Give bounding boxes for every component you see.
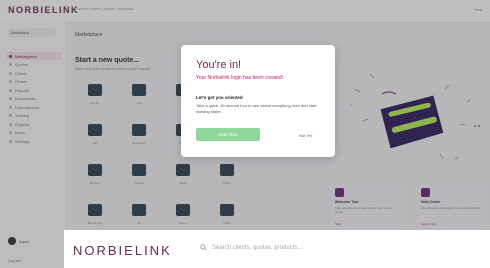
modal-heading: Let's get you oriented: [196, 95, 243, 100]
modal-subtitle: Your Norbielink login has been created!: [196, 75, 284, 81]
search-bar[interactable]: Search clients, quotes, products...: [200, 244, 302, 251]
modal-body: Take a quick, 60-second tour to see wher…: [196, 103, 317, 114]
modal-title: You're in!: [196, 59, 242, 71]
zoomed-header-strip: NORBIELINK Search clients, quotes, produ…: [64, 230, 490, 268]
brand-logo[interactable]: NORBIELINK: [73, 243, 172, 258]
app-window: NORBIELINK Search clients, quotes, produ…: [0, 0, 490, 268]
not-yet-link[interactable]: Not Yet: [299, 133, 312, 138]
welcome-modal: You're in! Your Norbielink login has bee…: [181, 45, 335, 157]
search-input[interactable]: Search clients, quotes, products...: [212, 245, 302, 251]
search-icon: [200, 244, 207, 251]
start-tour-button[interactable]: Start Tour: [196, 128, 260, 141]
